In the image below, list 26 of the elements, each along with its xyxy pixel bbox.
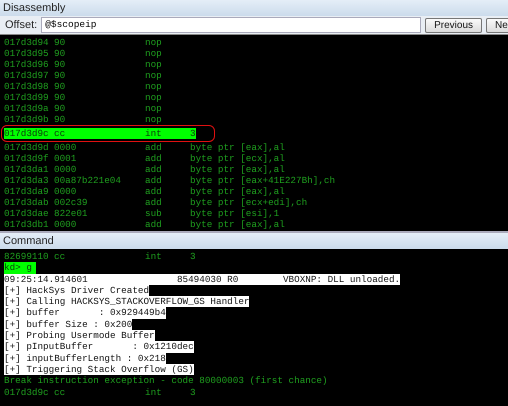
instruction-line[interactable]: 017d3db1 0000 add byte ptr [eax],al	[4, 219, 285, 230]
panel-title: Disassembly	[0, 0, 508, 16]
instruction-line[interactable]: 017d3d9b 90 nop	[4, 114, 190, 125]
instruction-line[interactable]: 017d3d95 90 nop	[4, 48, 190, 59]
offset-label: Offset:	[4, 19, 38, 31]
previous-button[interactable]: Previous	[425, 18, 482, 32]
output-line: Break instruction exception - code 80000003 (first chance)	[4, 375, 328, 387]
command-prompt: kd> g	[4, 262, 36, 274]
instruction-line[interactable]: 017d3d9f 0001 add byte ptr [ecx],al	[4, 153, 285, 164]
instruction-line[interactable]: 017d3d96 90 nop	[4, 59, 190, 70]
instruction-line[interactable]: 017d3dab 002c39 add byte ptr [ecx+edi],ch	[4, 197, 308, 208]
instruction-line: 017d3d9c cc int 3	[4, 386, 196, 398]
instruction-line[interactable]: 017d3d99 90 nop	[4, 92, 190, 103]
panel-title: Command	[0, 233, 508, 249]
instruction-line[interactable]: 017d3d97 90 nop	[4, 70, 190, 81]
instruction-line[interactable]: 017d3dae 822e01 sub byte ptr [esi],1	[4, 208, 280, 219]
instruction-line[interactable]: 017d3d9d 0000 add byte ptr [eax],al	[4, 142, 285, 153]
instruction-line[interactable]: 017d3d94 90 nop	[4, 37, 190, 48]
instruction-line[interactable]: 017d3da9 0000 add byte ptr [eax],al	[4, 186, 285, 197]
instruction-line[interactable]: 017d3da1 0000 add byte ptr [eax],al	[4, 164, 285, 175]
offset-field[interactable]: @$scopeip	[41, 17, 422, 33]
instruction-line: 82699110 cc int 3	[4, 251, 196, 262]
next-button[interactable]: Ne	[486, 18, 508, 32]
instruction-line[interactable]: 017d3d9a 90 nop	[4, 103, 190, 114]
instruction-line[interactable]: 017d3d98 90 nop	[4, 81, 190, 92]
instruction-line[interactable]: 017d3da3 00a87b221e04 add byte ptr [eax+41E227Bh],ch	[4, 175, 336, 186]
